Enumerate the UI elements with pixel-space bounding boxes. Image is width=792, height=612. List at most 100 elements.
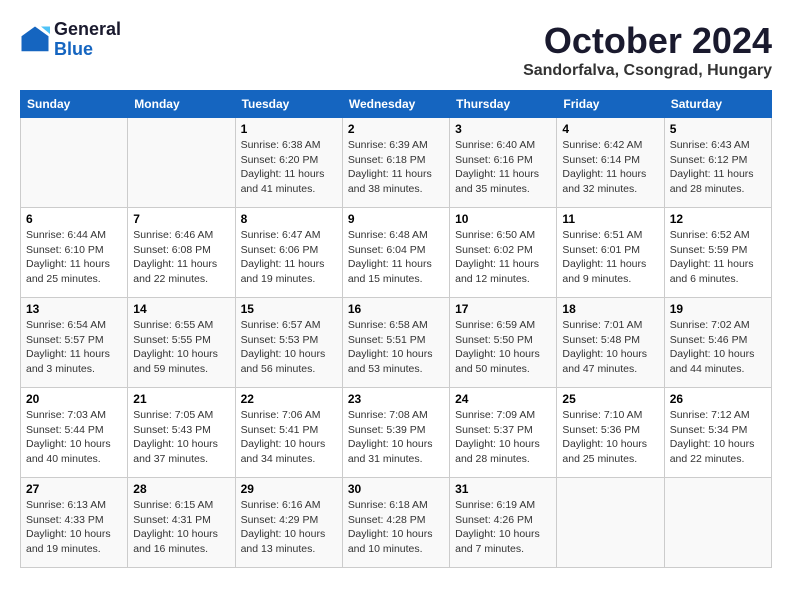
- header-cell-sunday: Sunday: [21, 91, 128, 118]
- day-cell: 13 Sunrise: 6:54 AMSunset: 5:57 PMDayligh…: [21, 298, 128, 388]
- day-cell: 10Sunrise: 6:50 AMSunset: 6:02 PMDayligh…: [450, 208, 557, 298]
- day-cell: 3 Sunrise: 6:40 AMSunset: 6:16 PMDaylight…: [450, 118, 557, 208]
- day-cell: 6 Sunrise: 6:44 AMSunset: 6:10 PMDaylight…: [21, 208, 128, 298]
- day-cell: 15 Sunrise: 6:57 AMSunset: 5:53 PMDayligh…: [235, 298, 342, 388]
- day-cell: 20Sunrise: 7:03 AMSunset: 5:44 PMDayligh…: [21, 388, 128, 478]
- day-info: Sunrise: 6:57 AMSunset: 5:53 PMDaylight:…: [241, 318, 337, 377]
- calendar-table: SundayMondayTuesdayWednesdayThursdayFrid…: [20, 90, 772, 568]
- day-info: Sunrise: 6:38 AMSunset: 6:20 PMDaylight:…: [241, 138, 337, 197]
- day-number: 21: [133, 392, 229, 406]
- calendar-header: SundayMondayTuesdayWednesdayThursdayFrid…: [21, 91, 772, 118]
- day-number: 4: [562, 122, 658, 136]
- day-number: 5: [670, 122, 766, 136]
- header-cell-saturday: Saturday: [664, 91, 771, 118]
- day-cell: 12Sunrise: 6:52 AMSunset: 5:59 PMDayligh…: [664, 208, 771, 298]
- day-info: Sunrise: 6:43 AMSunset: 6:12 PMDaylight:…: [670, 138, 766, 197]
- day-number: 20: [26, 392, 122, 406]
- day-cell: [664, 478, 771, 568]
- day-cell: 18Sunrise: 7:01 AMSunset: 5:48 PMDayligh…: [557, 298, 664, 388]
- day-info: Sunrise: 6:16 AMSunset: 4:29 PMDaylight:…: [241, 498, 337, 557]
- day-cell: 29Sunrise: 6:16 AMSunset: 4:29 PMDayligh…: [235, 478, 342, 568]
- day-cell: 11 Sunrise: 6:51 AMSunset: 6:01 PMDayligh…: [557, 208, 664, 298]
- day-info: Sunrise: 6:15 AMSunset: 4:31 PMDaylight:…: [133, 498, 229, 557]
- calendar-body: 1 Sunrise: 6:38 AMSunset: 6:20 PMDaylight…: [21, 118, 772, 568]
- day-info: Sunrise: 6:40 AMSunset: 6:16 PMDaylight:…: [455, 138, 551, 197]
- day-number: 1: [241, 122, 337, 136]
- day-cell: 22 Sunrise: 7:06 AMSunset: 5:41 PMDayligh…: [235, 388, 342, 478]
- logo-icon: [20, 25, 50, 55]
- day-cell: 28 Sunrise: 6:15 AMSunset: 4:31 PMDayligh…: [128, 478, 235, 568]
- day-info: Sunrise: 6:51 AMSunset: 6:01 PMDaylight:…: [562, 228, 658, 287]
- day-cell: 5 Sunrise: 6:43 AMSunset: 6:12 PMDaylight…: [664, 118, 771, 208]
- week-row-3: 13 Sunrise: 6:54 AMSunset: 5:57 PMDayligh…: [21, 298, 772, 388]
- day-info: Sunrise: 6:50 AMSunset: 6:02 PMDaylight:…: [455, 228, 551, 287]
- day-cell: 8 Sunrise: 6:47 AMSunset: 6:06 PMDaylight…: [235, 208, 342, 298]
- day-cell: 4 Sunrise: 6:42 AMSunset: 6:14 PMDaylight…: [557, 118, 664, 208]
- header-row: SundayMondayTuesdayWednesdayThursdayFrid…: [21, 91, 772, 118]
- day-number: 2: [348, 122, 444, 136]
- logo-line1: General: [54, 20, 121, 40]
- week-row-5: 27 Sunrise: 6:13 AMSunset: 4:33 PMDayligh…: [21, 478, 772, 568]
- day-info: Sunrise: 6:55 AMSunset: 5:55 PMDaylight:…: [133, 318, 229, 377]
- day-number: 25: [562, 392, 658, 406]
- day-number: 27: [26, 482, 122, 496]
- header-cell-friday: Friday: [557, 91, 664, 118]
- day-cell: 17 Sunrise: 6:59 AMSunset: 5:50 PMDayligh…: [450, 298, 557, 388]
- day-cell: 31 Sunrise: 6:19 AMSunset: 4:26 PMDayligh…: [450, 478, 557, 568]
- day-info: Sunrise: 7:01 AMSunset: 5:48 PMDaylight:…: [562, 318, 658, 377]
- header-cell-thursday: Thursday: [450, 91, 557, 118]
- day-number: 24: [455, 392, 551, 406]
- day-number: 31: [455, 482, 551, 496]
- day-info: Sunrise: 6:18 AMSunset: 4:28 PMDaylight:…: [348, 498, 444, 557]
- day-number: 12: [670, 212, 766, 226]
- day-cell: [128, 118, 235, 208]
- day-cell: 2Sunrise: 6:39 AMSunset: 6:18 PMDaylight…: [342, 118, 449, 208]
- day-cell: 24 Sunrise: 7:09 AMSunset: 5:37 PMDayligh…: [450, 388, 557, 478]
- day-info: Sunrise: 6:54 AMSunset: 5:57 PMDaylight:…: [26, 318, 122, 377]
- header-cell-monday: Monday: [128, 91, 235, 118]
- location: Sandorfalva, Csongrad, Hungary: [523, 62, 772, 80]
- logo-line2: Blue: [54, 40, 121, 60]
- day-info: Sunrise: 6:13 AMSunset: 4:33 PMDaylight:…: [26, 498, 122, 557]
- day-info: Sunrise: 6:44 AMSunset: 6:10 PMDaylight:…: [26, 228, 122, 287]
- day-number: 6: [26, 212, 122, 226]
- day-number: 17: [455, 302, 551, 316]
- day-info: Sunrise: 6:42 AMSunset: 6:14 PMDaylight:…: [562, 138, 658, 197]
- week-row-4: 20Sunrise: 7:03 AMSunset: 5:44 PMDayligh…: [21, 388, 772, 478]
- day-number: 13: [26, 302, 122, 316]
- day-number: 23: [348, 392, 444, 406]
- day-number: 8: [241, 212, 337, 226]
- day-cell: 27 Sunrise: 6:13 AMSunset: 4:33 PMDayligh…: [21, 478, 128, 568]
- day-number: 3: [455, 122, 551, 136]
- day-info: Sunrise: 7:05 AMSunset: 5:43 PMDaylight:…: [133, 408, 229, 467]
- day-number: 28: [133, 482, 229, 496]
- day-cell: 1 Sunrise: 6:38 AMSunset: 6:20 PMDaylight…: [235, 118, 342, 208]
- day-info: Sunrise: 7:09 AMSunset: 5:37 PMDaylight:…: [455, 408, 551, 467]
- day-cell: 9Sunrise: 6:48 AMSunset: 6:04 PMDaylight…: [342, 208, 449, 298]
- week-row-1: 1 Sunrise: 6:38 AMSunset: 6:20 PMDaylight…: [21, 118, 772, 208]
- day-cell: 21 Sunrise: 7:05 AMSunset: 5:43 PMDayligh…: [128, 388, 235, 478]
- day-info: Sunrise: 6:58 AMSunset: 5:51 PMDaylight:…: [348, 318, 444, 377]
- header-cell-wednesday: Wednesday: [342, 91, 449, 118]
- day-cell: 26Sunrise: 7:12 AMSunset: 5:34 PMDayligh…: [664, 388, 771, 478]
- day-number: 22: [241, 392, 337, 406]
- day-cell: [557, 478, 664, 568]
- day-number: 7: [133, 212, 229, 226]
- logo: General Blue: [20, 20, 121, 60]
- day-number: 26: [670, 392, 766, 406]
- day-info: Sunrise: 7:08 AMSunset: 5:39 PMDaylight:…: [348, 408, 444, 467]
- day-info: Sunrise: 6:59 AMSunset: 5:50 PMDaylight:…: [455, 318, 551, 377]
- day-info: Sunrise: 6:47 AMSunset: 6:06 PMDaylight:…: [241, 228, 337, 287]
- day-cell: 23 Sunrise: 7:08 AMSunset: 5:39 PMDayligh…: [342, 388, 449, 478]
- day-info: Sunrise: 6:19 AMSunset: 4:26 PMDaylight:…: [455, 498, 551, 557]
- day-cell: 30Sunrise: 6:18 AMSunset: 4:28 PMDayligh…: [342, 478, 449, 568]
- day-info: Sunrise: 7:02 AMSunset: 5:46 PMDaylight:…: [670, 318, 766, 377]
- day-cell: 19Sunrise: 7:02 AMSunset: 5:46 PMDayligh…: [664, 298, 771, 388]
- day-number: 15: [241, 302, 337, 316]
- day-info: Sunrise: 7:06 AMSunset: 5:41 PMDaylight:…: [241, 408, 337, 467]
- day-cell: 7Sunrise: 6:46 AMSunset: 6:08 PMDaylight…: [128, 208, 235, 298]
- day-info: Sunrise: 6:48 AMSunset: 6:04 PMDaylight:…: [348, 228, 444, 287]
- month-title: October 2024: [523, 20, 772, 62]
- day-number: 16: [348, 302, 444, 316]
- day-number: 11: [562, 212, 658, 226]
